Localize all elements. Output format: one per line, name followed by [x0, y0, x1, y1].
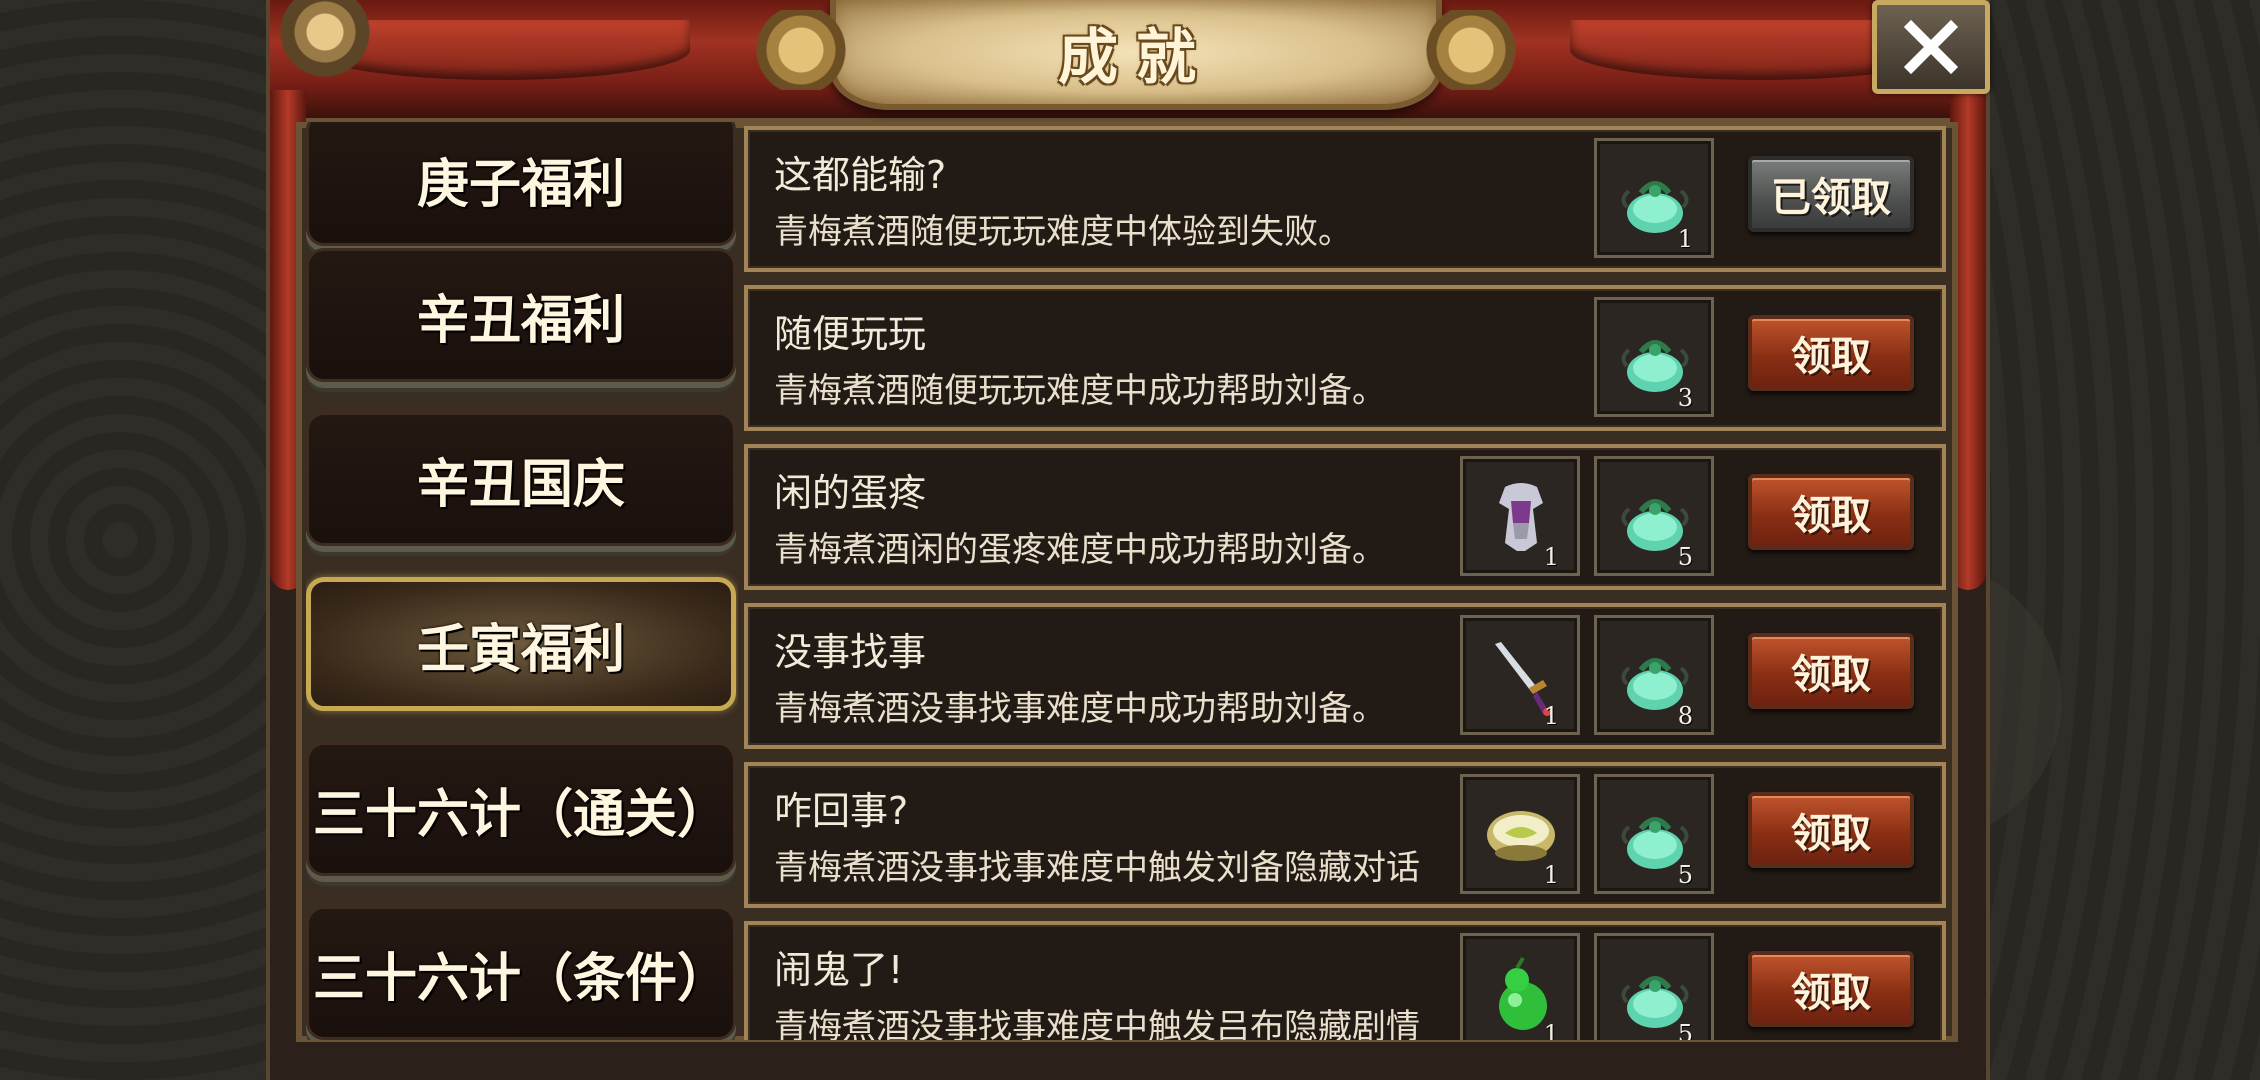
achievement-title: 闲的蛋疼 — [774, 471, 927, 515]
reward-count: 3 — [1677, 384, 1693, 412]
achievement-row: 这都能输? 青梅煮酒随便玩玩难度中体验到失败。 1 已领取 — [744, 126, 1946, 272]
achievement-row: 闲的蛋疼 青梅煮酒闲的蛋疼难度中成功帮助刘备。 1 5 领取 — [744, 444, 1946, 590]
reward-count: 1 — [1543, 861, 1559, 889]
achievement-description: 青梅煮酒没事找事难度中触发刘备隐藏对话 — [774, 848, 1420, 888]
achievement-description: 青梅煮酒随便玩玩难度中成功帮助刘备。 — [774, 371, 1386, 411]
reward-slot[interactable]: 5 — [1594, 774, 1714, 894]
reward-slot[interactable]: 1 — [1460, 774, 1580, 894]
sidebar-item-label: 壬寅福利 — [416, 619, 625, 680]
close-button[interactable] — [1872, 0, 1990, 94]
reward-slot[interactable]: 5 — [1594, 456, 1714, 576]
achievement-row: 闹鬼了! 青梅煮酒没事找事难度中触发吕布隐藏剧情 1 5 领取 — [744, 921, 1946, 1040]
achievement-description: 青梅煮酒没事找事难度中成功帮助刘备。 — [774, 689, 1386, 729]
reward-count: 1 — [1543, 543, 1559, 571]
achievement-title: 这都能输? — [774, 153, 947, 197]
sidebar-item-label: 辛丑国庆 — [416, 454, 625, 515]
reward-slot[interactable]: 5 — [1594, 933, 1714, 1040]
reward-count: 1 — [1543, 702, 1559, 730]
sidebar-item-label: 三十六计（条件） — [312, 948, 729, 1009]
sidebar-item-label: 庚子福利 — [416, 154, 625, 215]
achievement-title: 没事找事 — [774, 630, 927, 674]
reward-slot[interactable]: 1 — [1594, 138, 1714, 258]
reward-slot[interactable]: 1 — [1460, 933, 1580, 1040]
claimed-button[interactable]: 已领取 — [1748, 156, 1914, 232]
sidebar-item-label: 辛丑福利 — [416, 290, 625, 351]
achievement-row: 随便玩玩 青梅煮酒随便玩玩难度中成功帮助刘备。 3 领取 — [744, 285, 1946, 431]
claim-button[interactable]: 领取 — [1748, 315, 1914, 391]
sidebar-item-gengzi[interactable]: 庚子福利 — [306, 122, 736, 246]
reward-slot[interactable]: 8 — [1594, 615, 1714, 735]
title-plaque: 成就 — [746, 0, 1526, 110]
reward-count: 5 — [1677, 543, 1693, 571]
dialog-title: 成就 — [1058, 22, 1214, 93]
reward-slot[interactable]: 1 — [1460, 615, 1580, 735]
reward-count: 5 — [1677, 861, 1693, 889]
sidebar-item-xinchou[interactable]: 辛丑福利 — [306, 248, 736, 382]
achievement-description: 青梅煮酒闲的蛋疼难度中成功帮助刘备。 — [774, 530, 1386, 570]
reward-count: 5 — [1677, 1020, 1693, 1040]
achievement-list[interactable]: 这都能输? 青梅煮酒随便玩玩难度中体验到失败。 1 已领取 随便玩玩 青梅煮酒随… — [744, 122, 1946, 1040]
sidebar-item-36-stratagems-condition[interactable]: 三十六计（条件） — [306, 906, 736, 1040]
achievement-title: 随便玩玩 — [774, 312, 927, 356]
sidebar-item-xinchou-national-day[interactable]: 辛丑国庆 — [306, 412, 736, 546]
achievement-row: 咋回事? 青梅煮酒没事找事难度中触发刘备隐藏对话 1 5 领取 — [744, 762, 1946, 908]
close-icon — [1903, 19, 1959, 75]
claim-button[interactable]: 领取 — [1748, 951, 1914, 1027]
reward-slot[interactable]: 1 — [1460, 456, 1580, 576]
achievement-row: 没事找事 青梅煮酒没事找事难度中成功帮助刘备。 1 8 领取 — [744, 603, 1946, 749]
ornament-left-icon — [270, 0, 380, 80]
achievement-description: 青梅煮酒没事找事难度中触发吕布隐藏剧情 — [774, 1007, 1420, 1040]
sidebar-item-36-stratagems-clear[interactable]: 三十六计（通关） — [306, 742, 736, 876]
claim-button[interactable]: 领取 — [1748, 474, 1914, 550]
achievement-title: 闹鬼了! — [774, 948, 904, 992]
reward-count: 1 — [1677, 225, 1693, 253]
achievement-description: 青梅煮酒随便玩玩难度中体验到失败。 — [774, 212, 1352, 252]
category-sidebar: 庚子福利 辛丑福利 辛丑国庆 壬寅福利 三十六计（通关） 三十六计（条件） — [306, 122, 738, 1040]
sidebar-item-label: 三十六计（通关） — [312, 784, 729, 845]
achievement-title: 咋回事? — [774, 789, 909, 833]
claim-button[interactable]: 领取 — [1748, 633, 1914, 709]
reward-count: 1 — [1543, 1020, 1559, 1040]
sidebar-item-renyin[interactable]: 壬寅福利 — [306, 577, 736, 711]
reward-slot[interactable]: 3 — [1594, 297, 1714, 417]
reward-count: 8 — [1677, 702, 1693, 730]
claim-button[interactable]: 领取 — [1748, 792, 1914, 868]
